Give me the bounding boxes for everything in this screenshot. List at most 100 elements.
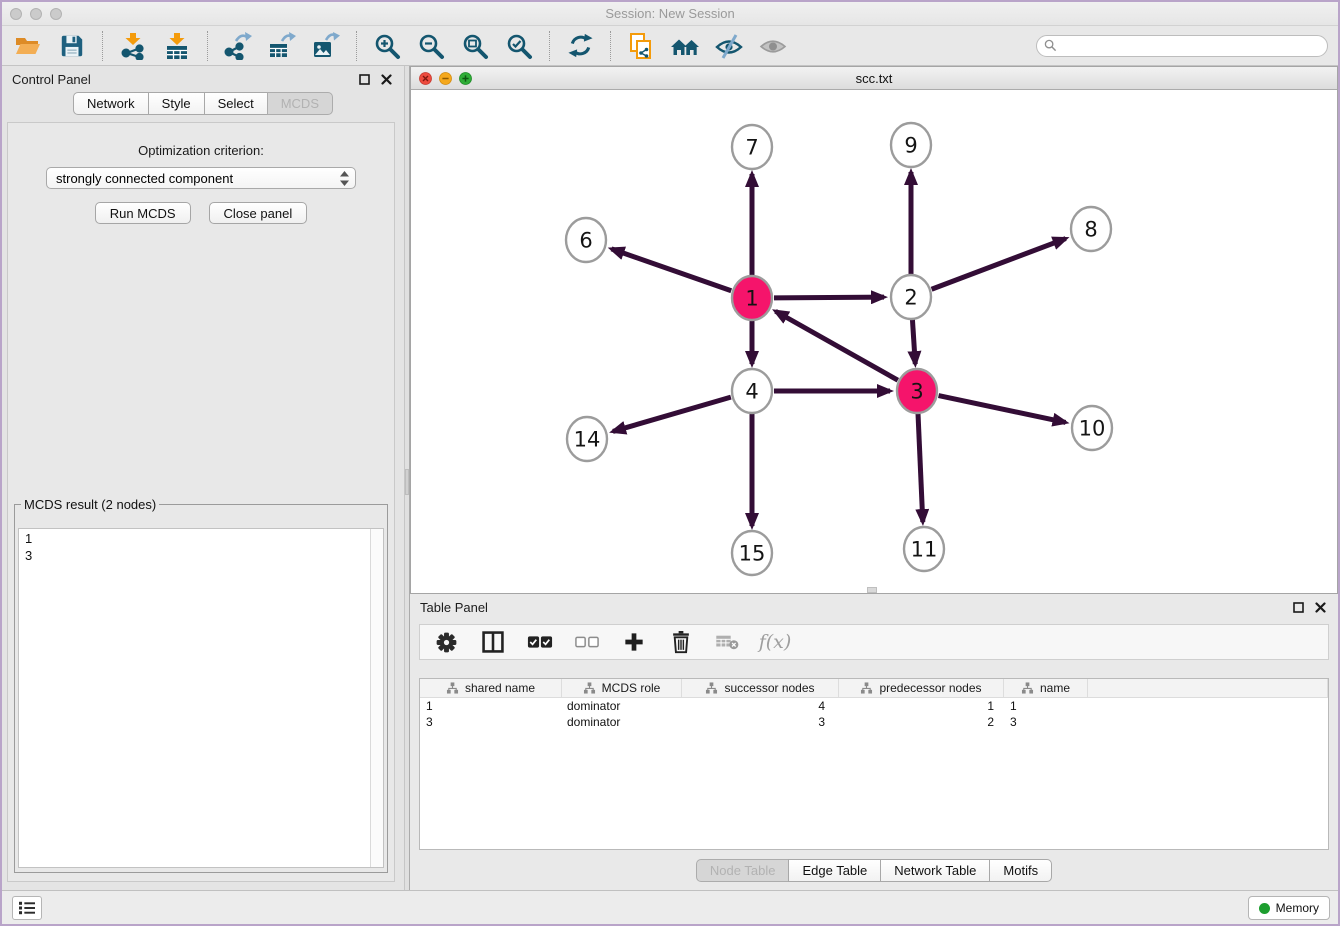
network-canvas[interactable]: 7 9 6 8 1 2 4 3 14 10 15 11	[411, 90, 1337, 593]
tab-motifs[interactable]: Motifs	[989, 859, 1052, 882]
table-cell[interactable]: 4	[682, 699, 839, 713]
table-panel-title: Table Panel	[420, 600, 488, 615]
columns-icon	[481, 630, 505, 654]
control-panel-tabs: NetworkStyleSelectMCDS	[73, 92, 333, 115]
column-header-name[interactable]: name	[1004, 679, 1088, 697]
table-settings-button[interactable]	[433, 629, 459, 655]
table-cell[interactable]: 1	[839, 699, 1004, 713]
close-panel-icon[interactable]	[381, 74, 392, 85]
search-field[interactable]	[1036, 35, 1328, 57]
graph-node-2[interactable]: 2	[891, 275, 931, 319]
search-input[interactable]	[1057, 37, 1327, 55]
table-cell[interactable]: dominator	[562, 715, 682, 729]
graph-edge-1-6[interactable]	[611, 249, 731, 291]
table-cell[interactable]: dominator	[562, 699, 682, 713]
zoom-out-icon	[417, 32, 445, 60]
memory-button[interactable]: Memory	[1248, 896, 1330, 920]
table-cell[interactable]: 1	[420, 699, 562, 713]
criterion-select[interactable]: strongly connected component	[46, 167, 356, 189]
close-panel-button[interactable]: Close panel	[209, 202, 308, 224]
tab-edge-table[interactable]: Edge Table	[788, 859, 881, 882]
tab-network[interactable]: Network	[73, 92, 149, 115]
table-cell[interactable]: 3	[1004, 715, 1088, 729]
graph-edge-1-2[interactable]	[774, 297, 884, 298]
select-all-columns-button[interactable]	[527, 629, 553, 655]
tab-network-table[interactable]: Network Table	[880, 859, 990, 882]
graph-node-11[interactable]: 11	[904, 527, 944, 571]
graph-node-14[interactable]: 14	[567, 417, 607, 461]
refresh-icon	[567, 32, 594, 59]
refresh-layout-button[interactable]	[564, 30, 596, 62]
graph-node-label: 3	[910, 380, 923, 404]
unselect-all-icon	[575, 636, 599, 648]
graph-edge-3-11[interactable]	[918, 413, 923, 522]
attribute-tree-icon	[1021, 682, 1034, 694]
graph-node-10[interactable]: 10	[1072, 406, 1112, 450]
export-network-icon	[224, 32, 252, 60]
float-table-panel-icon[interactable]	[1293, 602, 1304, 613]
attribute-tree-icon	[583, 682, 596, 694]
column-header-successor-nodes[interactable]: successor nodes	[682, 679, 839, 697]
zoom-in-button[interactable]	[371, 30, 403, 62]
import-network-button[interactable]	[117, 30, 149, 62]
run-mcds-button[interactable]: Run MCDS	[95, 202, 191, 224]
graph-node-1[interactable]: 1	[732, 276, 772, 320]
duplicate-network-button[interactable]	[625, 30, 657, 62]
column-header-predecessor-nodes[interactable]: predecessor nodes	[839, 679, 1004, 697]
float-panel-icon[interactable]	[359, 74, 370, 85]
zoom-selected-button[interactable]	[503, 30, 535, 62]
table-header-row: shared nameMCDS rolesuccessor nodesprede…	[420, 679, 1328, 698]
graph-node-7[interactable]: 7	[732, 125, 772, 169]
graph-edge-2-8[interactable]	[932, 239, 1066, 290]
table-row[interactable]: 1dominator411	[420, 698, 1328, 714]
tab-select[interactable]: Select	[204, 92, 268, 115]
save-icon	[59, 33, 85, 59]
save-session-button[interactable]	[56, 30, 88, 62]
graph-node-4[interactable]: 4	[732, 369, 772, 413]
horizontal-splitter-handle[interactable]	[867, 587, 877, 593]
export-table-button[interactable]	[266, 30, 298, 62]
tab-mcds[interactable]: MCDS	[267, 92, 333, 115]
tab-node-table[interactable]: Node Table	[696, 859, 790, 882]
open-session-button[interactable]	[12, 30, 44, 62]
graph-node-15[interactable]: 15	[732, 531, 772, 575]
graph-node-6[interactable]: 6	[566, 218, 606, 262]
export-image-button[interactable]	[310, 30, 342, 62]
create-column-button[interactable]	[621, 629, 647, 655]
table-cell[interactable]: 1	[1004, 699, 1088, 713]
trash-icon	[670, 630, 692, 654]
tab-style[interactable]: Style	[148, 92, 205, 115]
graph-edge-4-14[interactable]	[613, 397, 731, 431]
graph-node-label: 7	[745, 136, 758, 160]
export-network-button[interactable]	[222, 30, 254, 62]
graph-edge-3-1[interactable]	[776, 311, 898, 380]
table-body: 1dominator4113dominator323	[420, 698, 1328, 730]
table-row[interactable]: 3dominator323	[420, 714, 1328, 730]
column-header-shared-name[interactable]: shared name	[420, 679, 562, 697]
close-table-panel-icon[interactable]	[1315, 602, 1326, 613]
table-cell[interactable]: 2	[839, 715, 1004, 729]
zoom-fit-button[interactable]	[459, 30, 491, 62]
hide-details-button[interactable]	[713, 30, 745, 62]
graph-node-8[interactable]: 8	[1071, 207, 1111, 251]
panel-list-button[interactable]	[12, 896, 42, 920]
table-cell[interactable]: 3	[682, 715, 839, 729]
show-columns-button[interactable]	[480, 629, 506, 655]
graph-edge-3-10[interactable]	[939, 396, 1066, 423]
table-cell[interactable]: 3	[420, 715, 562, 729]
splitter-handle[interactable]	[405, 469, 409, 495]
graph-node-label: 2	[904, 286, 917, 310]
show-details-button[interactable]	[757, 30, 789, 62]
delete-columns-button[interactable]	[668, 629, 694, 655]
result-scrollbar[interactable]	[370, 529, 383, 867]
graph-node-3[interactable]: 3	[897, 369, 937, 413]
zoom-out-button[interactable]	[415, 30, 447, 62]
graph-edge-2-3[interactable]	[912, 319, 915, 364]
home-networks-button[interactable]	[669, 30, 701, 62]
search-icon	[1044, 39, 1057, 52]
open-folder-icon	[14, 32, 42, 60]
graph-node-9[interactable]: 9	[891, 123, 931, 167]
import-table-button[interactable]	[161, 30, 193, 62]
column-header-MCDS-role[interactable]: MCDS role	[562, 679, 682, 697]
unselect-all-columns-button[interactable]	[574, 629, 600, 655]
